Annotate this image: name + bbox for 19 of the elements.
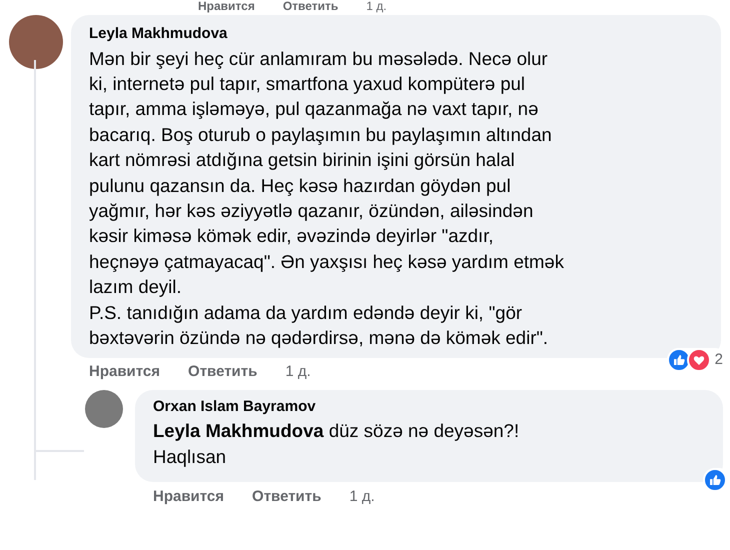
like-link[interactable]: Нравится — [153, 486, 224, 508]
reaction-count: 2 — [714, 350, 723, 370]
comment-text: P.S. tanıdığın adama da yardım edəndə deyir ki, "gör bəxtəvərin özündə nə qədərdirsə, mənə də kömək edir". — [89, 300, 550, 350]
reply-link[interactable]: Ответить — [188, 361, 258, 384]
author-name[interactable]: Orxan Islam Bayramov — [153, 396, 705, 418]
comment-text: Haqlısan — [153, 445, 228, 470]
author-name[interactable]: Leyla Makhmudova — [89, 23, 703, 46]
timestamp: 1 д. — [349, 486, 375, 507]
like-link[interactable]: Нравится — [198, 0, 255, 13]
avatar[interactable] — [9, 15, 63, 69]
comment-text: Leyla Makhmudova düz sözə nə deyəsən?! — [153, 419, 520, 444]
like-link[interactable]: Нравится — [89, 361, 160, 384]
mention-link[interactable]: Leyla Makhmudova — [153, 420, 324, 442]
avatar[interactable] — [85, 390, 123, 428]
timestamp: 1 д. — [285, 362, 311, 382]
timestamp: 1 д. — [366, 0, 387, 13]
reply-link[interactable]: Ответить — [252, 486, 322, 508]
comment-text: Mən bir şeyi heç cür anlamıram bu məsələdə. Necə olur ki, internetə pul tapır, smartfona yaxud kompüterə pul tapır, amma işləməyə, pul qazanmağa nə vaxt tapır, nə bacarıq. Boş oturub o paylaşımın bu paylaşımın altından kart nömrəsi atdığına getsin birinin işini görsün halal pulunu qazansın da. Heç kəsə hazırdan göydən pul yağmır, hər kəs əziyyətlə qazanır, özündən, ailəsindən kəsir kiməsə kömək edir, əvəzində deyirlər "azdır, heçnəyə çatmayacaq". Ən yaxşısı heç kəsə yardım etmək lazım deyil. — [89, 46, 565, 300]
reply-link[interactable]: Ответить — [282, 0, 338, 13]
